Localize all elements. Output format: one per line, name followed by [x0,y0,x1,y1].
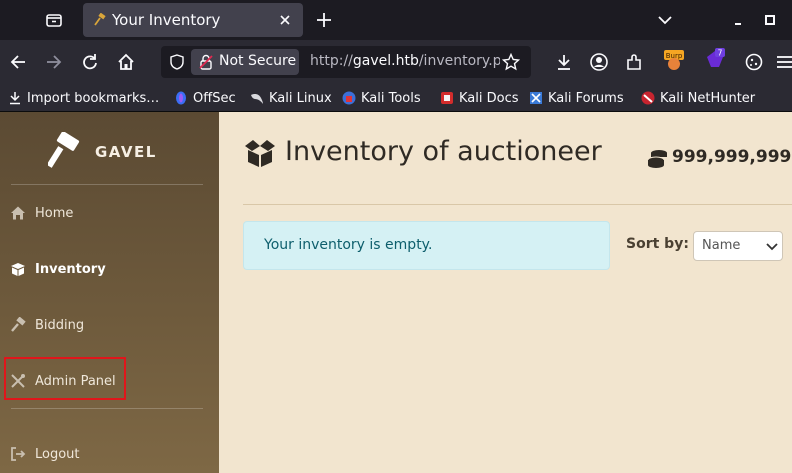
sort-by-label: Sort by: [626,236,689,252]
browser-tab-bar: Your Inventory [0,0,792,40]
extensions-icon[interactable] [624,52,644,72]
svg-text:Burp: Burp [666,52,683,60]
minimize-icon[interactable] [728,10,748,30]
sidebar-divider [11,184,203,185]
svg-text:7: 7 [718,49,723,58]
cookie-extension-icon[interactable] [744,52,764,72]
bookmark-star-icon[interactable] [502,53,520,71]
menu-icon[interactable] [776,52,792,72]
sidebar-item-label: Home [35,205,74,221]
coins-icon [647,150,667,168]
sidebar-item-home[interactable]: Home [10,201,73,225]
box-icon [11,263,25,276]
kali-forums-icon [530,92,542,104]
tab-your-inventory[interactable]: Your Inventory [83,3,303,37]
bookmark-kali-nethunter[interactable]: Kali NetHunter [641,89,755,107]
insecure-lock-icon [199,54,213,70]
sidebar-item-logout[interactable]: Logout [10,442,80,466]
chevron-down-icon [766,243,778,251]
new-tab-icon[interactable] [314,10,334,30]
forward-icon[interactable] [44,52,64,72]
gavel-logo-icon [48,132,80,168]
tab-list-icon[interactable] [44,10,64,30]
downloads-icon[interactable] [554,52,574,72]
not-secure-label: Not Secure [219,53,297,69]
sidebar-item-inventory[interactable]: Inventory [10,257,106,281]
bookmarks-toolbar: Import bookmarks… OffSec Kali Linux Kali… [0,84,792,112]
bookmark-import[interactable]: Import bookmarks… [8,89,159,107]
sidebar-divider [11,408,203,409]
brand-name: GAVEL [95,143,157,161]
kali-docs-icon [441,92,453,104]
sidebar-item-label: Logout [35,446,80,462]
brand[interactable]: GAVEL [48,132,188,172]
offsec-icon [176,91,186,105]
tab-overflow-chevron-icon[interactable] [655,10,675,30]
kali-tools-icon [342,91,356,105]
reload-icon[interactable] [80,52,100,72]
home-icon [11,206,25,220]
nethunter-icon [641,91,655,105]
burp-extension-icon[interactable]: Burp [662,48,686,72]
hammer-icon [11,317,26,332]
bookmark-kali-docs[interactable]: Kali Docs [440,89,519,107]
account-icon[interactable] [589,52,609,72]
tracking-shield-icon[interactable] [169,54,185,70]
import-icon [10,92,20,105]
admin-panel-highlight [4,357,126,400]
empty-inventory-message: Your inventory is empty. [264,237,433,253]
bookmark-kali-forums[interactable]: Kali Forums [529,89,624,107]
url-bar[interactable]: Not Secure http://gavel.htb/inventory.p [161,46,531,78]
close-icon[interactable] [276,11,294,29]
main-content: Inventory of auctioneer 999,999,999 Your… [219,112,792,473]
foxyproxy-extension-icon[interactable]: 7 [703,47,727,71]
empty-inventory-alert: Your inventory is empty. [243,221,610,270]
home-button-icon[interactable] [116,52,136,72]
url-text[interactable]: http://gavel.htb/inventory.p [310,53,500,69]
sort-by-select[interactable]: Name [693,231,783,261]
sidebar-item-label: Inventory [35,261,106,277]
not-secure-badge[interactable]: Not Secure [191,49,299,75]
sidebar-item-bidding[interactable]: Bidding [10,313,84,337]
page-title: Inventory of auctioneer [285,136,602,167]
logout-icon [11,447,26,461]
bookmark-offsec[interactable]: OffSec [174,89,236,107]
maximize-icon[interactable] [760,10,780,30]
content-divider [243,204,792,205]
sort-select-value: Name [702,238,741,253]
bookmark-kali-linux[interactable]: Kali Linux [250,89,332,107]
box-open-icon [245,140,275,167]
sidebar-item-label: Bidding [35,317,85,333]
bookmark-kali-tools[interactable]: Kali Tools [342,89,421,107]
balance-amount: 999,999,999 [672,147,792,167]
sidebar: GAVEL Home Inventory Bidding Admin Panel [0,112,219,473]
back-icon[interactable] [8,52,28,72]
tab-title: Your Inventory [112,11,221,29]
gavel-favicon-icon [94,13,106,26]
kali-dragon-icon [251,94,263,104]
browser-nav-bar: Not Secure http://gavel.htb/inventory.p … [0,40,792,84]
